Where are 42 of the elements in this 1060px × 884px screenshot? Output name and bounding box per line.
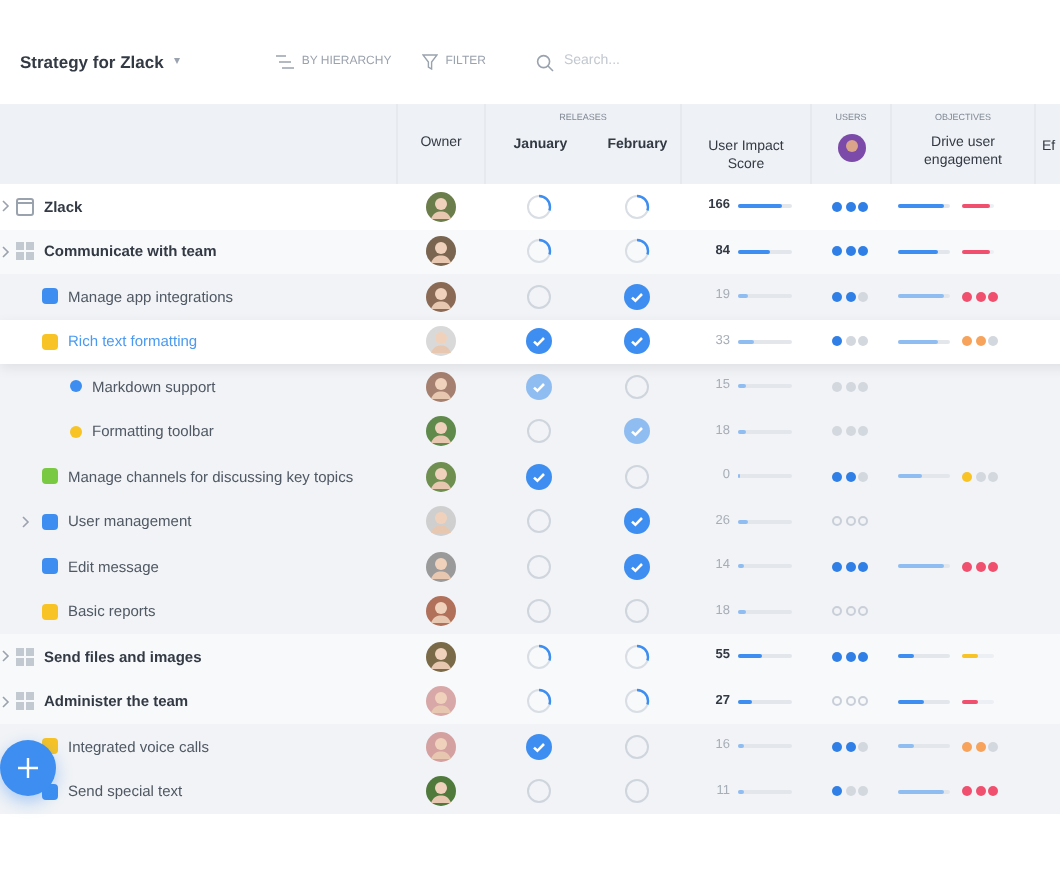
check-icon[interactable] (624, 283, 650, 310)
chevron-icon[interactable] (2, 695, 10, 708)
empty-circle-icon[interactable] (624, 463, 650, 490)
chevron-icon[interactable] (2, 245, 10, 258)
plus-icon (18, 758, 38, 778)
progress-ring-icon (624, 688, 650, 715)
empty-circle-icon[interactable] (526, 508, 552, 535)
check-icon[interactable] (526, 733, 552, 760)
chevron-icon[interactable] (2, 200, 10, 213)
grid-icon (16, 647, 34, 666)
progress-ring-icon (526, 643, 552, 670)
check-icon[interactable] (526, 463, 552, 490)
check-icon[interactable] (624, 508, 650, 535)
empty-circle-icon[interactable] (624, 778, 650, 805)
chevron-icon[interactable] (2, 650, 10, 663)
search-icon (535, 53, 554, 71)
progress-ring-icon (526, 688, 552, 715)
check-icon[interactable] (526, 373, 552, 400)
empty-circle-icon[interactable] (526, 598, 552, 625)
progress-ring-icon (624, 643, 650, 670)
check-icon[interactable] (624, 418, 650, 445)
filter-icon (421, 54, 438, 70)
empty-circle-icon[interactable] (526, 778, 552, 805)
progress-ring-icon (526, 193, 552, 220)
sort-lines-icon (275, 54, 294, 70)
board-title[interactable]: Strategy for Zlack (20, 50, 164, 74)
empty-circle-icon[interactable] (624, 598, 650, 625)
empty-circle-icon[interactable] (526, 553, 552, 580)
progress-ring-icon (624, 238, 650, 265)
chevron-icon[interactable] (22, 515, 30, 528)
progress-ring-icon (624, 193, 650, 220)
check-icon[interactable] (624, 553, 650, 580)
calendar-icon (16, 197, 34, 216)
empty-circle-icon[interactable] (624, 733, 650, 760)
check-icon[interactable] (526, 328, 552, 355)
check-icon[interactable] (624, 328, 650, 355)
empty-circle-icon[interactable] (526, 418, 552, 445)
grid-icon (16, 692, 34, 711)
empty-circle-icon[interactable] (624, 373, 650, 400)
progress-ring-icon (526, 238, 552, 265)
grid-icon (16, 242, 34, 261)
empty-circle-icon[interactable] (526, 283, 552, 310)
